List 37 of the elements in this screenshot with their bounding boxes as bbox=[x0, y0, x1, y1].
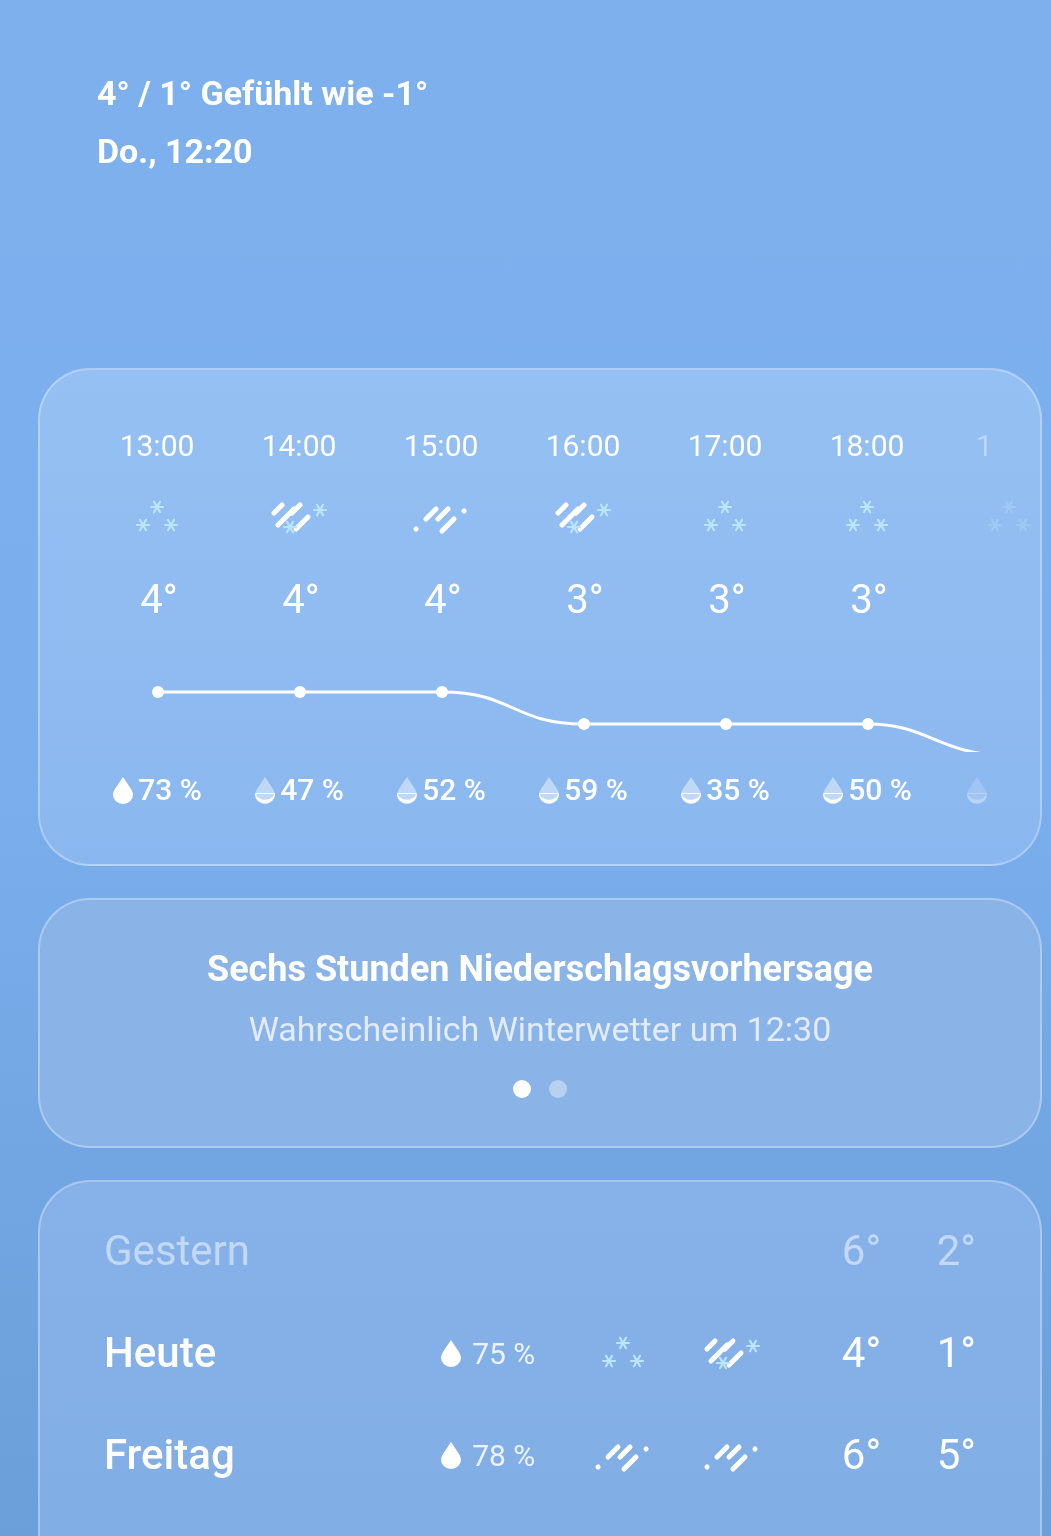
high-temperature: 4° bbox=[840, 1330, 882, 1376]
forecast-subtitle: Wahrscheinlich Winterwetter um 12:30 bbox=[248, 1008, 832, 1051]
sleet-icon bbox=[552, 499, 614, 535]
precipitation-chance: 35 % bbox=[706, 771, 770, 809]
hour-temperature: 4° bbox=[139, 576, 178, 624]
hour-temperature: 3° bbox=[707, 576, 746, 624]
day-name: Freitag bbox=[104, 1432, 236, 1478]
precipitation-chance: 52 % bbox=[422, 771, 486, 809]
sleet-icon bbox=[268, 499, 330, 535]
hour-temperature: 3° bbox=[565, 576, 604, 624]
hour-label: 14:00 bbox=[261, 427, 337, 465]
hour-label: 16:00 bbox=[545, 427, 621, 465]
temperature-summary: 4° / 1° Gefühlt wie -1° bbox=[97, 72, 430, 114]
low-temperature: 5° bbox=[935, 1432, 976, 1478]
forecast-title: Sechs Stunden Niederschlagsvorhersage bbox=[206, 947, 873, 992]
drop-icon bbox=[440, 1339, 463, 1367]
hour-label: 15:00 bbox=[403, 427, 479, 465]
hour-label: 13:00 bbox=[119, 427, 195, 465]
hour-temperature: 4° bbox=[281, 576, 320, 624]
precipitation-chance: 59 % bbox=[564, 771, 628, 809]
hour-temperature: 3° bbox=[849, 576, 888, 624]
hour-temperature: 4° bbox=[423, 576, 462, 624]
low-temperature: 2° bbox=[935, 1228, 976, 1274]
precipitation-chance: 47 % bbox=[280, 771, 344, 809]
hour-label: 17:00 bbox=[687, 427, 763, 465]
high-temperature: 6° bbox=[840, 1228, 882, 1274]
hour-label: 18:00 bbox=[829, 427, 905, 465]
precipitation-chance: 75 % bbox=[472, 1334, 536, 1373]
precipitation-chance: 78 % bbox=[472, 1436, 536, 1475]
precipitation-chance: 50 % bbox=[848, 771, 912, 809]
date-time: Do., 12:20 bbox=[97, 130, 254, 172]
drop-icon bbox=[440, 1441, 463, 1469]
high-temperature: 6° bbox=[840, 1432, 882, 1478]
day-name: Heute bbox=[104, 1330, 218, 1376]
low-temperature: 1° bbox=[935, 1330, 976, 1376]
day-name: Gestern bbox=[104, 1228, 251, 1274]
precipitation-chance: 73 % bbox=[138, 771, 202, 809]
